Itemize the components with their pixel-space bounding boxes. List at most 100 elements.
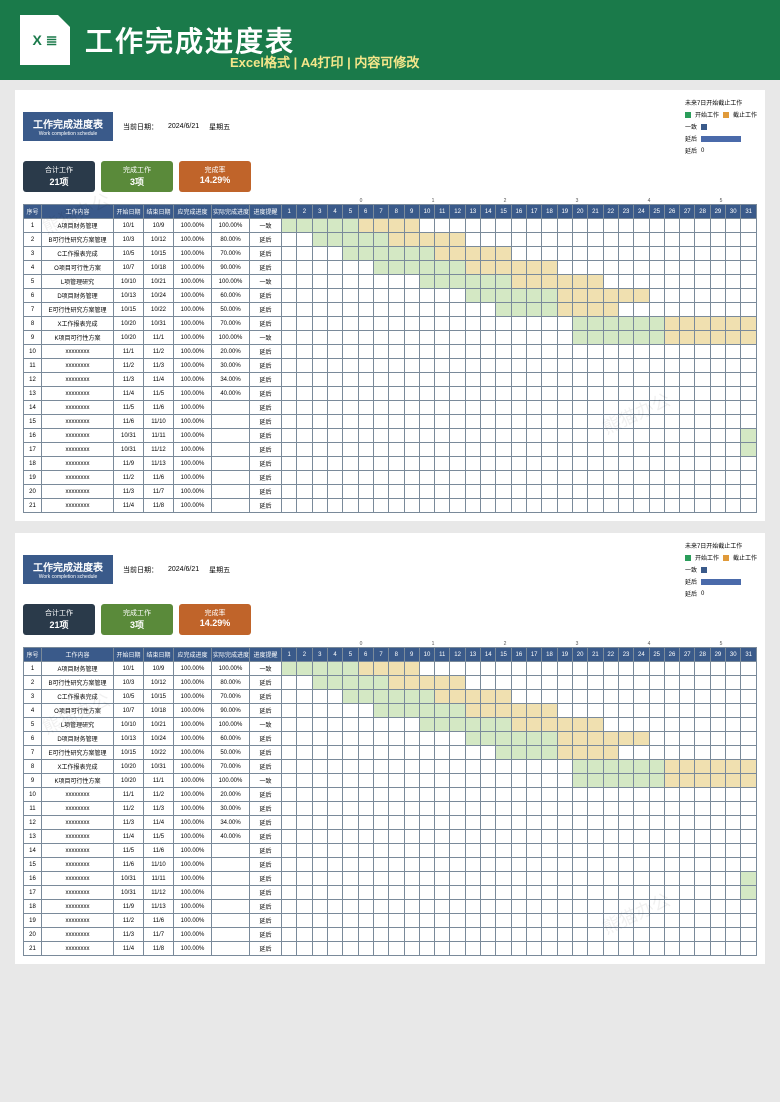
cell-actual: 70.00%: [212, 247, 250, 261]
gantt-cell: [680, 471, 695, 485]
gantt-cell: [297, 415, 312, 429]
gantt-cell: [282, 387, 297, 401]
cell-remind: 延后: [250, 676, 282, 690]
gantt-cell: [450, 928, 465, 942]
gantt-cell: [404, 373, 419, 387]
cell-content: xxxxxxxx: [42, 499, 114, 513]
gantt-cell: [710, 732, 725, 746]
gantt-cell: [312, 345, 327, 359]
banner: X ≣ 工作完成进度表 Excel格式 | A4打印 | 内容可修改: [0, 0, 780, 80]
cell-target: 100.00%: [174, 662, 212, 676]
gantt-cell: [404, 844, 419, 858]
gantt-cell: [588, 816, 603, 830]
gantt-cell: [572, 746, 587, 760]
cell-start: 11/5: [114, 401, 144, 415]
gantt-cell: [343, 345, 358, 359]
gantt-cell: [358, 844, 373, 858]
cell-content: D项目财务管理: [42, 289, 114, 303]
gantt-cell: [312, 774, 327, 788]
gantt-cell: [511, 718, 526, 732]
gantt-cell: [404, 429, 419, 443]
day-header: 10: [419, 648, 434, 662]
stat-label: 合计工作: [27, 608, 91, 618]
gantt-cell: [542, 457, 557, 471]
cell-remind: 延后: [250, 704, 282, 718]
gantt-cell: [297, 900, 312, 914]
cell-actual: [212, 858, 250, 872]
cell-end: 11/11: [144, 872, 174, 886]
gantt-cell: [572, 261, 587, 275]
gantt-cell: [726, 830, 741, 844]
gantt-cell: [297, 471, 312, 485]
cell-actual: [212, 499, 250, 513]
gantt-cell: [465, 928, 480, 942]
gantt-cell: [373, 401, 388, 415]
gantt-cell: [389, 499, 404, 513]
gantt-cell: [282, 471, 297, 485]
gantt-cell: [465, 830, 480, 844]
gantt-cell: [343, 844, 358, 858]
gantt-cell: [343, 872, 358, 886]
legend-zero: 0: [701, 591, 704, 597]
gantt-cell: [726, 788, 741, 802]
gantt-cell: [481, 844, 496, 858]
cell-seq: 10: [24, 788, 42, 802]
legend-zero: 0: [701, 148, 704, 154]
gantt-cell: [312, 928, 327, 942]
cell-content: xxxxxxxx: [42, 788, 114, 802]
gantt-cell: [695, 471, 710, 485]
gantt-cell: [465, 415, 480, 429]
gantt-cell: [588, 233, 603, 247]
gantt-cell: [649, 289, 664, 303]
gantt-cell: [603, 704, 618, 718]
gantt-cell: [435, 247, 450, 261]
cell-remind: 延后: [250, 345, 282, 359]
gantt-cell: [680, 387, 695, 401]
gantt-cell: [741, 429, 757, 443]
cell-seq: 18: [24, 900, 42, 914]
gantt-cell: [603, 275, 618, 289]
cell-target: 100.00%: [174, 900, 212, 914]
day-header: 15: [496, 648, 511, 662]
table-row: 7E可行性研究方案管理10/1510/22100.00%50.00%延后: [24, 746, 757, 760]
gantt-cell: [450, 401, 465, 415]
gantt-cell: [373, 317, 388, 331]
gantt-cell: [327, 457, 342, 471]
gantt-cell: [358, 373, 373, 387]
gantt-cell: [741, 872, 757, 886]
gantt-cell: [618, 233, 633, 247]
gantt-cell: [282, 900, 297, 914]
gantt-cell: [649, 443, 664, 457]
gantt-cell: [404, 261, 419, 275]
col-header: 序号: [24, 648, 42, 662]
gantt-cell: [343, 942, 358, 956]
table-row: 1A项目财务管理10/110/9100.00%100.00%一致: [24, 662, 757, 676]
gantt-cell: [634, 289, 649, 303]
gantt-cell: [282, 886, 297, 900]
gantt-cell: [649, 373, 664, 387]
cell-start: 10/10: [114, 718, 144, 732]
gantt-cell: [603, 317, 618, 331]
gantt-cell: [726, 900, 741, 914]
gantt-cell: [527, 289, 542, 303]
gantt-cell: [680, 233, 695, 247]
cell-content: B可行性研究方案管理: [42, 676, 114, 690]
gantt-cell: [634, 844, 649, 858]
gantt-cell: [389, 331, 404, 345]
gantt-cell: [695, 942, 710, 956]
cell-target: 100.00%: [174, 844, 212, 858]
gantt-cell: [695, 886, 710, 900]
gantt-cell: [481, 275, 496, 289]
cell-remind: 延后: [250, 387, 282, 401]
gantt-cell: [649, 485, 664, 499]
gantt-cell: [450, 331, 465, 345]
gantt-cell: [419, 233, 434, 247]
gantt-cell: [297, 359, 312, 373]
gantt-cell: [634, 401, 649, 415]
gantt-cell: [465, 233, 480, 247]
stat-value: 3项: [105, 618, 169, 631]
gantt-cell: [527, 359, 542, 373]
cell-actual: 30.00%: [212, 359, 250, 373]
gantt-cell: [710, 499, 725, 513]
gantt-cell: [481, 247, 496, 261]
